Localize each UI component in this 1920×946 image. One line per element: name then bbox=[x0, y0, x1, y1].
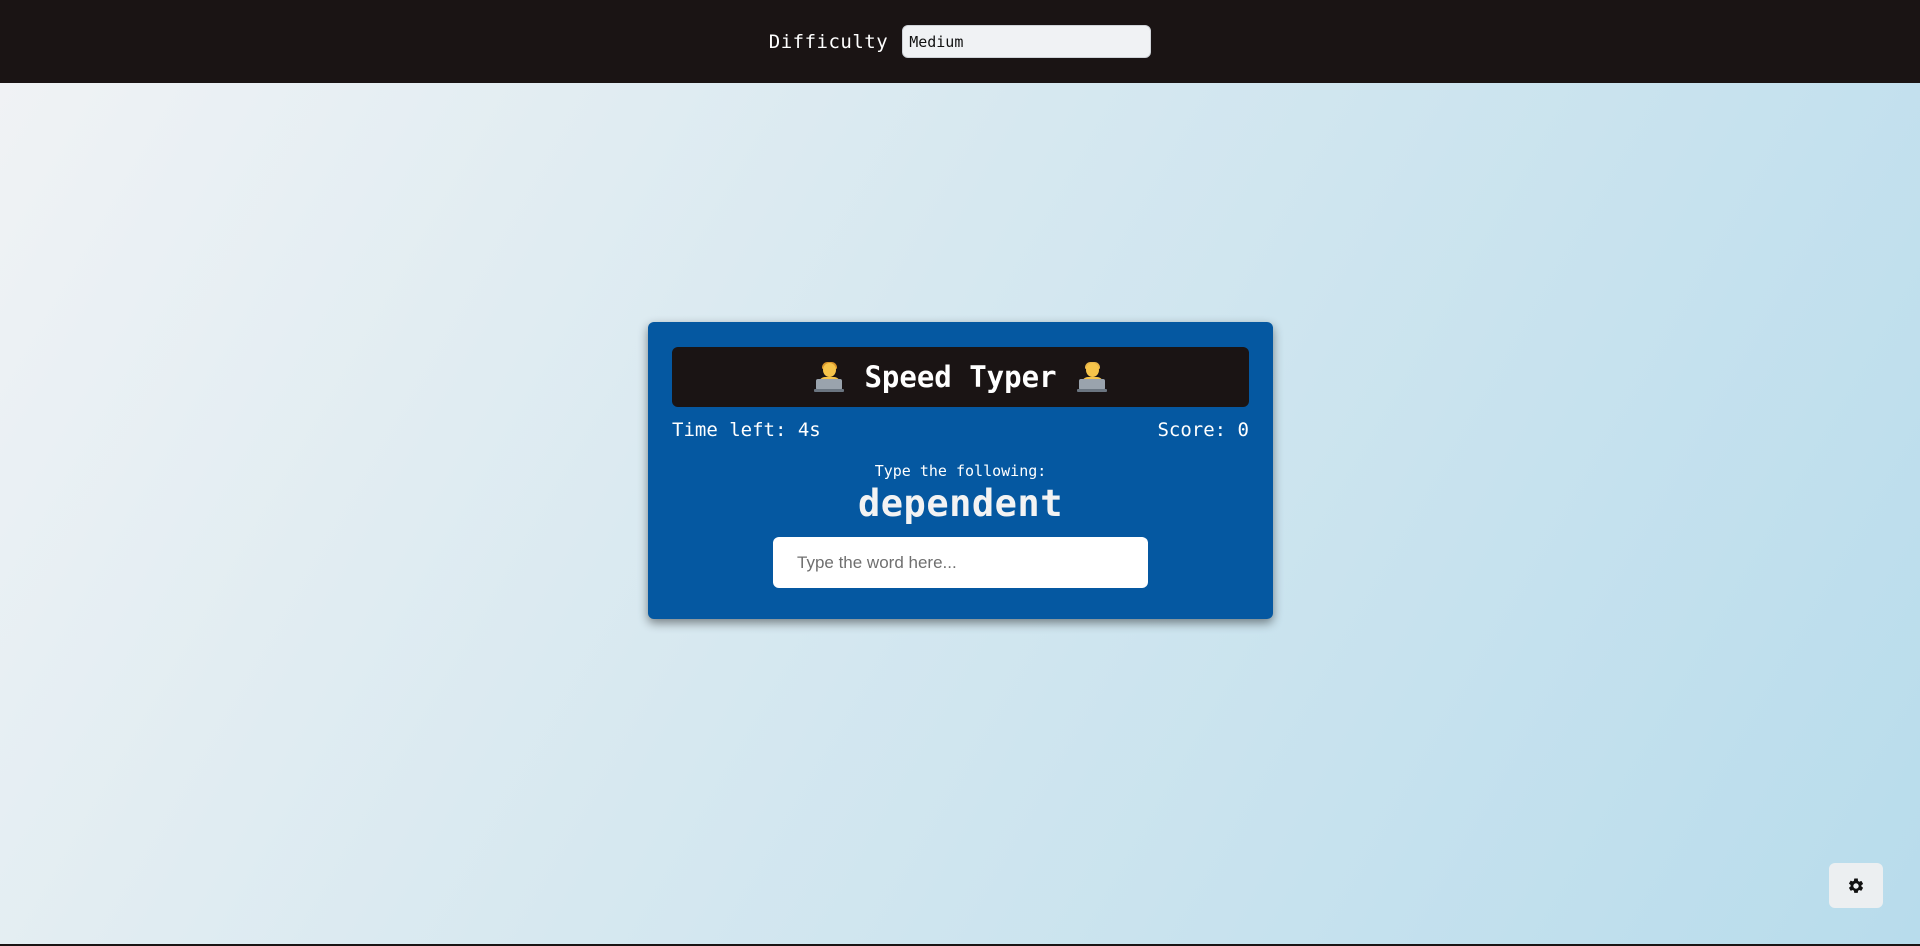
difficulty-selected-value: Medium bbox=[909, 32, 964, 51]
word-input[interactable] bbox=[773, 537, 1148, 588]
time-left: Time left: 4s bbox=[672, 419, 821, 441]
difficulty-select[interactable]: Medium ▼ bbox=[902, 25, 1152, 58]
score: Score: 0 bbox=[1157, 419, 1249, 441]
technologist-icon bbox=[814, 362, 845, 392]
technologist-icon bbox=[1076, 362, 1107, 392]
settings-button[interactable] bbox=[1829, 863, 1883, 908]
difficulty-label: Difficulty bbox=[768, 30, 889, 53]
top-bar: Difficulty Medium ▼ bbox=[0, 0, 1920, 83]
prompt-label: Type the following: bbox=[874, 462, 1047, 480]
title-bar: Speed Typer bbox=[672, 347, 1249, 407]
game-title: Speed Typer bbox=[864, 360, 1057, 394]
target-word: dependent bbox=[858, 482, 1063, 525]
stats-row: Time left: 4s Score: 0 bbox=[672, 419, 1249, 441]
gear-icon bbox=[1848, 877, 1864, 893]
game-card: Speed Typer Time left: 4s Score: 0 Type … bbox=[648, 322, 1273, 619]
